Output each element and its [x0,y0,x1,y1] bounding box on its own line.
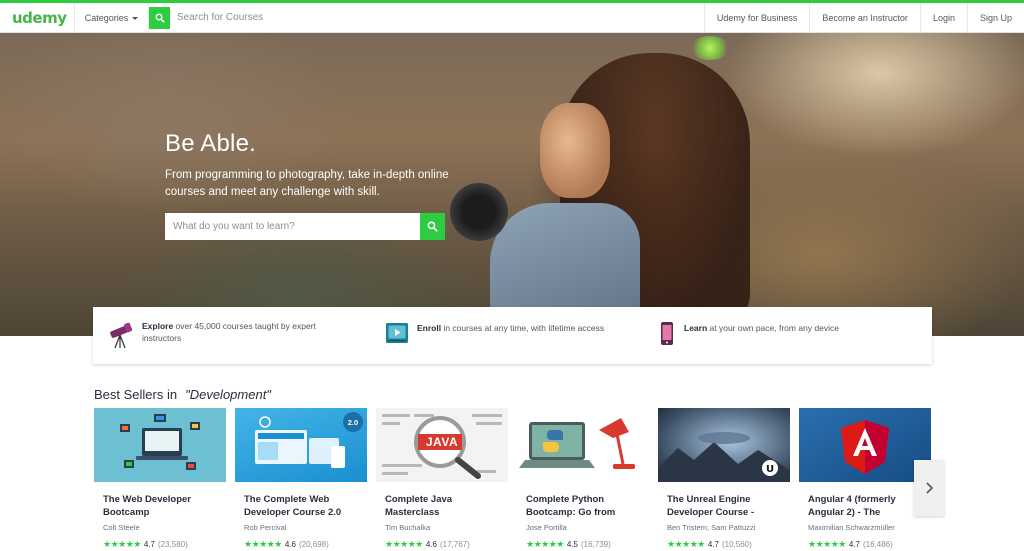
video-screen-icon [386,323,408,343]
best-sellers-heading: Best Sellers in "Development" [94,387,271,402]
svg-text:U: U [766,464,774,475]
best-sellers-label: Best Sellers in [94,387,178,402]
hero-title: Be Able. [165,130,257,157]
rating-value: 4.7 [848,540,860,549]
signup-button[interactable]: Sign Up [966,3,1024,33]
rating-count: (16,486) [862,540,893,549]
angular-logo-icon [841,420,889,474]
carousel-next-button[interactable] [914,460,944,516]
rating-value: 4.6 [425,540,437,549]
feature-enroll-text: Enroll in courses at any time, with life… [417,323,605,333]
star-rating-icon: ★★★★★ [103,539,141,549]
feature-enroll: Enroll in courses at any time, with life… [385,321,627,347]
star-rating-icon: ★★★★★ [667,539,705,549]
course-title[interactable]: Complete Java Masterclass [376,493,508,519]
hero-search-button[interactable] [420,213,445,240]
java-badge: JAVA [425,435,459,449]
rating-value: 4.7 [707,540,719,549]
best-sellers-category[interactable]: "Development" [185,387,271,402]
course-author: Maximilian Schwarzmüller [808,523,895,532]
udemy-logo[interactable]: udemy [0,3,74,33]
top-navbar: udemy Categories Udemy for Business Beco… [0,0,1024,33]
course-author: Colt Steele [103,523,140,532]
course-title[interactable]: The Web Developer Bootcamp [94,493,226,519]
hero-subtitle: From programming to photography, take in… [165,169,449,198]
course-card[interactable]: Angular 4 (formerly Angular 2) - The Com… [799,408,931,551]
feature-learn: Learn at your own pace, from any device [658,321,884,347]
course-thumbnail[interactable]: U [658,408,790,482]
course-carousel: The Web Developer Bootcamp Colt Steele ★… [94,408,934,551]
course-rating: ★★★★★ 4.6 (17,767) [376,539,508,550]
categories-dropdown[interactable]: Categories [74,2,148,33]
course-author: Jose Portilla [526,523,567,532]
rating-count: (17,767) [439,540,470,549]
mobile-phone-icon [661,322,673,345]
hero-search-bar [165,213,445,240]
feature-learn-text: Learn at your own pace, from any device [684,323,839,333]
course-rating: ★★★★★ 4.6 (20,698) [235,539,367,550]
star-rating-icon: ★★★★★ [244,539,282,549]
nav-search-button[interactable] [149,6,170,29]
login-button[interactable]: Login [919,3,967,33]
course-title[interactable]: Complete Python Bootcamp: Go from zero… [517,493,649,519]
feature-explore-text: Explore over 45,000 courses taught by ex… [142,321,316,343]
course-rating: ★★★★★ 4.5 (16,739) [517,539,649,550]
unreal-scene-illustration-icon: U [658,432,790,482]
course-author: Ben Tristem, Sam Pattuzzi [667,523,756,532]
udemy-for-business-link[interactable]: Udemy for Business [703,3,810,33]
hero-banner: Be Able. From programming to photography… [0,33,1024,336]
course-card[interactable]: JAVA Complete Java Masterclass Tim Bucha… [376,408,508,551]
course-card[interactable]: Complete Python Bootcamp: Go from zero… … [517,408,649,551]
rating-count: (23,580) [157,540,188,549]
course-title[interactable]: Angular 4 (formerly Angular 2) - The Com… [799,493,931,519]
course-rating: ★★★★★ 4.7 (16,486) [799,539,931,550]
course-thumbnail[interactable] [799,408,931,482]
course-card[interactable]: U The Unreal Engine Developer Course - L… [658,408,790,551]
course-rating: ★★★★★ 4.7 (10,560) [658,539,790,550]
hero-photo-face [540,103,610,198]
course-thumbnail[interactable]: 2.0 [235,408,367,482]
course-title[interactable]: The Unreal Engine Developer Course - Lea… [658,493,790,519]
feature-explore: Explore over 45,000 courses taught by ex… [108,321,322,349]
search-icon [427,221,438,232]
course-thumbnail[interactable]: JAVA [376,408,508,482]
hero-search-input[interactable] [165,213,420,240]
course-thumbnail[interactable] [94,408,226,482]
star-rating-icon: ★★★★★ [526,539,564,549]
features-strip: Explore over 45,000 courses taught by ex… [93,307,932,364]
telescope-icon [110,322,133,349]
course-title[interactable]: The Complete Web Developer Course 2.0 [235,493,367,519]
course-rating: ★★★★★ 4.7 (23,580) [94,539,226,550]
star-rating-icon: ★★★★★ [385,539,423,549]
course-card[interactable]: 2.0 The Complete Web Developer Course 2.… [235,408,367,551]
course-author: Rob Percival [244,523,287,532]
version-badge: 2.0 [343,412,363,432]
nav-links: Udemy for Business Become an Instructor … [703,3,1024,33]
chevron-right-icon [926,482,933,494]
caret-down-icon [132,16,139,20]
course-thumbnail[interactable] [517,408,649,482]
become-instructor-link[interactable]: Become an Instructor [809,3,920,33]
hero-sun-flare [690,36,730,60]
course-author: Tim Buchalka [385,523,431,532]
star-rating-icon: ★★★★★ [808,539,846,549]
rating-value: 4.7 [143,540,155,549]
nav-search-bar [148,2,470,33]
web-dev-illustration-icon [120,414,200,470]
python-laptop-illustration-icon [519,418,635,469]
course-card[interactable]: The Web Developer Bootcamp Colt Steele ★… [94,408,226,551]
search-icon [155,13,165,23]
rating-count: (10,560) [721,540,752,549]
rating-count: (16,739) [580,540,611,549]
rating-value: 4.5 [566,540,578,549]
rating-count: (20,698) [298,540,329,549]
rating-value: 4.6 [284,540,296,549]
categories-label: Categories [84,12,129,23]
nav-search-input[interactable] [170,6,470,29]
